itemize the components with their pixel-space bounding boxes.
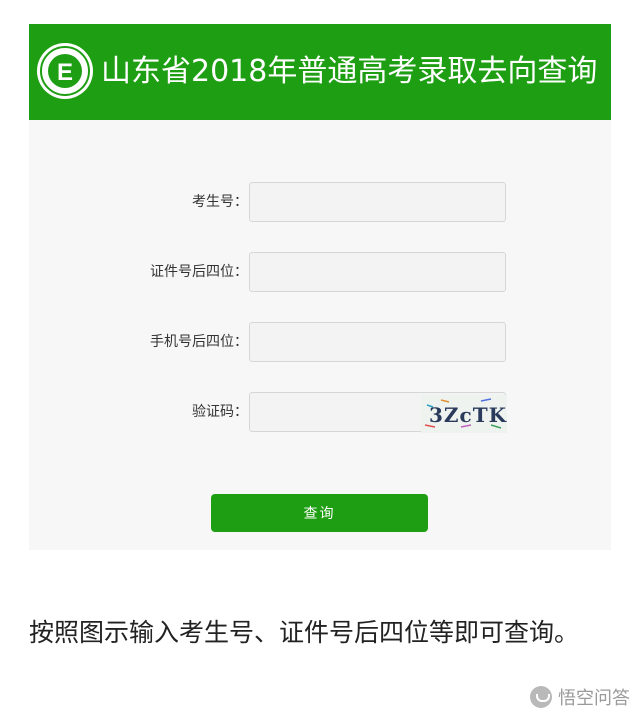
- watermark: 悟空问答: [530, 684, 630, 710]
- captcha-image[interactable]: 3ZcTK: [421, 395, 507, 433]
- exam-number-label: 考生号：: [192, 194, 248, 210]
- id-last4-input[interactable]: [249, 252, 506, 292]
- query-submit-button[interactable]: 查询: [211, 494, 428, 532]
- exam-authority-logo: E: [37, 43, 93, 99]
- id-last4-label: 证件号后四位：: [150, 264, 248, 280]
- page-title: 山东省2018年普通高考录取去向查询: [101, 54, 598, 89]
- exam-number-input[interactable]: [249, 182, 506, 222]
- wukong-logo-icon: [530, 686, 552, 708]
- captcha-label: 验证码：: [192, 404, 248, 420]
- captcha-text: 3ZcTK: [429, 403, 507, 427]
- instruction-caption: 按照图示输入考生号、证件号后四位等即可查询。: [29, 618, 580, 647]
- phone-last4-label: 手机号后四位：: [150, 334, 248, 350]
- watermark-text: 悟空问答: [558, 688, 630, 709]
- svg-text:E: E: [57, 59, 73, 86]
- page-header: E 山东省2018年普通高考录取去向查询: [29, 24, 611, 120]
- phone-last4-input[interactable]: [249, 322, 506, 362]
